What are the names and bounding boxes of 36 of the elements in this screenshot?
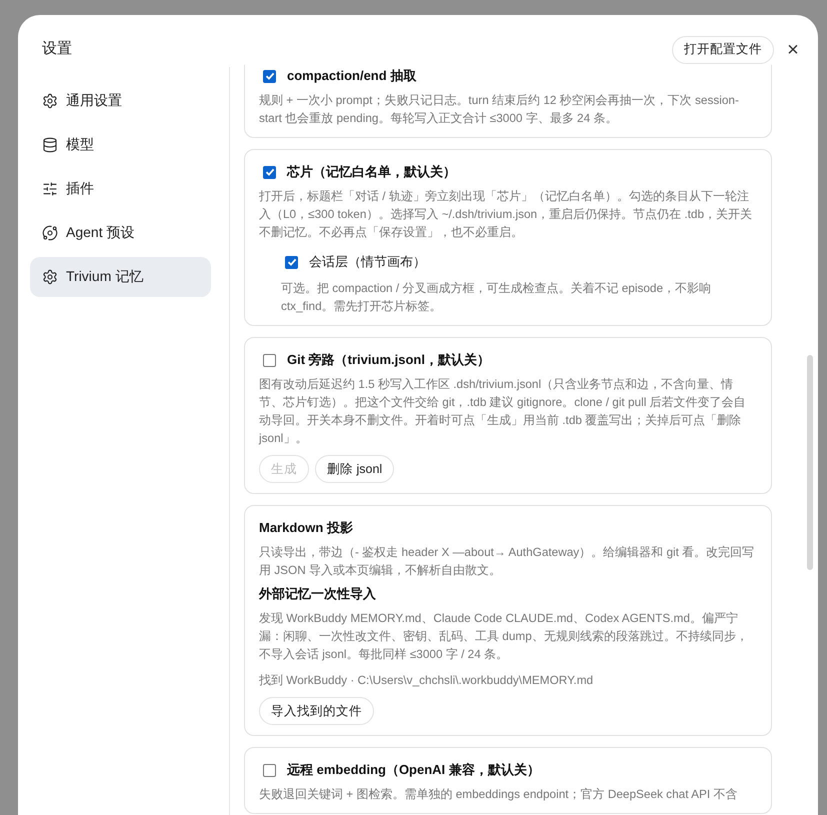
sidebar-item[interactable]: 通用设置: [30, 81, 211, 121]
setting-title: compaction/end 抽取: [287, 67, 416, 85]
setting-description: 规则 + 一次小 prompt；失败只记日志。turn 结束后约 12 秒空闲会再抽一次，下次 session-start 也会重放 pending。每轮写入正文合计 ≤3000 字、最多 24 条。: [259, 92, 740, 127]
setting-description: 打开后，标题栏「对话 / 轨迹」旁立刻出现「芯片」（记忆白名单）。勾选的条目从下一轮注入（L0，≤300 token）。选择写入 ~/.dsh/trivium.json，重启后仍保持。节点仍在 .tdb，关开关不删记忆。不必再点「保存设置」，也不必重启。: [259, 188, 754, 241]
sliders-icon: [42, 181, 58, 197]
checkbox[interactable]: [285, 256, 298, 268]
checkbox[interactable]: [263, 70, 276, 82]
setting-description: 失败退回关键词 + 图检索。需单独的 embeddings endpoint；官方 DeepSeek chat API 不含: [259, 786, 738, 803]
section-description: 发现 WorkBuddy MEMORY.md、Claude Code CLAUDE.md、Codex AGENTS.md。偏严宁漏：闲聊、一次性改文件、密钥、乱码、工具 dump、无规则线索的段落跳过。不持续同步，不导入会话 jsonl。每批同样 ≤3000 字 / 24 条。: [259, 610, 749, 663]
setting-description: 图有改动后延迟约 1.5 秒写入工作区 .dsh/trivium.jsonl（只含业务节点和边，不含向量、情节、芯片钉选）。把这个文件交给 git，.tdb 建议 gitignore。clone / git pull 后若文件变了会自动导回。开关本身不删文件。开着时可点「生成」用当前 .tdb 覆盖写出；关掉后可点「删除 jsonl」。: [259, 376, 747, 447]
scrollbar[interactable]: [807, 355, 813, 570]
close-button[interactable]: ×: [782, 38, 804, 62]
sidebar-item[interactable]: Trivium 记忆: [30, 257, 211, 297]
section-description: 只读导出，带边（- 鉴权走 header X —about→ AuthGateway）。给编辑器和 git 看。改完回写用 JSON 导入或本页编辑，不解析自由散文。: [259, 544, 756, 579]
gear-icon: [42, 93, 58, 109]
sidebar-item[interactable]: 模型: [30, 125, 211, 165]
sidebar-item[interactable]: Agent 预设: [30, 213, 211, 253]
action-button[interactable]: 删除 jsonl: [315, 455, 394, 483]
orbit-icon: [42, 225, 58, 241]
gear-icon: [42, 269, 58, 285]
option-description: 可选。把 compaction / 分叉画成方框，可生成检查点。关着不记 episode，不影响 ctx_find。需先打开芯片标签。: [281, 280, 712, 315]
option-label: 会话层（情节画布）: [309, 253, 426, 271]
setting-title: 芯片（记忆白名单，默认关）: [287, 163, 456, 181]
open-config-button[interactable]: 打开配置文件: [672, 36, 774, 64]
dialog-title: 设置: [41, 39, 73, 59]
checkbox[interactable]: [263, 764, 276, 776]
database-icon: [42, 137, 58, 153]
found-path: 找到 WorkBuddy · C:\Users\v_chchsli\.workbuddy\MEMORY.md: [259, 672, 594, 689]
section-heading: 外部记忆一次性导入: [259, 585, 377, 603]
section-heading: Markdown 投影: [259, 519, 354, 537]
setting-title: 远程 embedding（OpenAI 兼容，默认关）: [287, 761, 540, 779]
sidebar-item[interactable]: 插件: [30, 169, 211, 209]
checkbox[interactable]: [263, 354, 276, 366]
checkbox[interactable]: [263, 166, 276, 178]
action-button[interactable]: 导入找到的文件: [259, 697, 374, 725]
setting-title: Git 旁路（trivium.jsonl，默认关）: [287, 351, 490, 369]
